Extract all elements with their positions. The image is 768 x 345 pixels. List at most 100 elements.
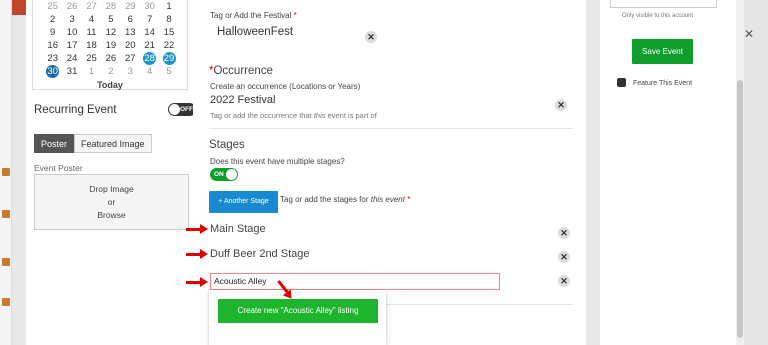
calendar-day[interactable]: 30 [43,65,62,78]
scrollbar-thumb[interactable] [737,80,743,338]
stage-name-input[interactable]: Acoustic Alley [210,273,500,290]
app-icon [2,210,10,218]
calendar-grid: 25 26 27 28 29 30 1 2 3 4 5 6 7 8 9 10 11 12 13 14 15 16 17 18 1… [43,0,179,78]
save-event-button[interactable]: Save Event [632,39,693,64]
close-icon[interactable]: ✕ [744,27,754,41]
calendar-day[interactable]: 8 [159,13,178,26]
calendar-day[interactable]: 27 [82,0,101,13]
calendar-week-row: 2 3 4 5 6 7 8 [43,13,179,26]
calendar-day[interactable]: 16 [43,39,62,52]
calendar-day-number: 12 [105,27,117,38]
occurrence-label: Create an occurrence (Locations or Years… [210,82,361,91]
calendar-day-number: 9 [50,27,56,38]
calendar-day[interactable]: 1 [159,0,178,13]
calendar-day[interactable]: 11 [82,26,101,39]
calendar-day[interactable]: 25 [43,0,62,13]
background-app-edge-right: ✕ [742,0,768,345]
red-arrow-icon [186,249,208,259]
app-icon [2,298,10,306]
calendar-day[interactable]: 24 [62,52,81,65]
remove-stage-button[interactable]: ✕ [558,251,570,263]
calendar-day-number: 11 [86,27,97,38]
browse-link[interactable]: Browse [35,209,188,222]
calendar-day[interactable]: 9 [43,26,62,39]
stages-heading: Stages [209,139,245,151]
image-drop-zone[interactable]: Drop Image or Browse [34,174,189,230]
calendar-day[interactable]: 22 [159,39,178,52]
calendar-day[interactable]: 2 [101,65,120,78]
checkbox-icon[interactable] [617,78,626,87]
remove-stage-button[interactable]: ✕ [558,275,570,287]
calendar-day[interactable]: 13 [121,26,140,39]
calendar-day[interactable]: 4 [82,13,101,26]
calendar-day-number: 27 [124,53,136,64]
calendar-day[interactable]: 25 [82,52,101,65]
calendar-day[interactable]: 17 [62,39,81,52]
recurring-event-label: Recurring Event [34,104,117,116]
calendar-day-number: 16 [47,40,58,51]
calendar-day[interactable]: 5 [101,13,120,26]
calendar-day[interactable]: 5 [159,65,178,78]
stage-item[interactable]: Main Stage [210,223,266,235]
calendar-day[interactable]: 28 [140,52,159,65]
occurrence-heading: *Occurrence [209,65,273,77]
calendar-day[interactable]: 23 [43,52,62,65]
feature-label: Feature This Event [633,80,693,87]
stages-question: Does this event have multiple stages? [210,157,345,166]
toggle-state-text: OFF [180,106,193,113]
calendar-day[interactable]: 18 [82,39,101,52]
calendar-day-number: 2 [50,14,56,25]
calendar-day[interactable]: 20 [121,39,140,52]
calendar-day[interactable]: 19 [101,39,120,52]
calendar-day[interactable]: 27 [121,52,140,65]
remove-festival-button[interactable]: ✕ [365,31,377,43]
calendar-day[interactable]: 14 [140,26,159,39]
calendar-day[interactable]: 15 [159,26,178,39]
calendar-day[interactable]: 26 [101,52,120,65]
calendar-day-number: 5 [166,66,172,77]
add-another-stage-button[interactable]: + Another Stage [209,191,278,213]
calendar-day-number: 23 [47,53,58,64]
calendar-day-number: 31 [66,66,78,77]
calendar-day[interactable]: 31 [62,65,81,78]
feature-event-checkbox[interactable]: Feature This Event [617,78,692,87]
create-listing-button[interactable]: Create new "Acoustic Alley" listing [218,299,378,323]
stage-item[interactable]: Duff Beer 2nd Stage [210,248,309,260]
calendar-day[interactable]: 29 [121,0,140,13]
festival-label: Tag or Add the Festival * [210,11,297,20]
multiple-stages-toggle[interactable]: ON [210,168,238,181]
calendar-day[interactable]: 3 [62,13,81,26]
scrollbar[interactable] [736,0,744,345]
calendar-day-number: 25 [86,53,97,64]
calendar-day[interactable]: 26 [62,0,81,13]
calendar-week-row: 23 24 25 26 27 28 29 [43,52,179,65]
remove-occurrence-button[interactable]: ✕ [555,99,567,111]
visibility-note: Only visible to this account [622,13,694,19]
calendar-day-number: 30 [144,1,155,12]
calendar-day[interactable]: 10 [62,26,81,39]
tab-poster[interactable]: Poster [34,134,75,153]
today-button[interactable]: Today [33,80,187,90]
festival-value[interactable]: HalloweenFest [217,26,293,38]
remove-stage-button[interactable]: ✕ [558,227,570,239]
calendar-day[interactable]: 2 [43,13,62,26]
calendar-day-number: 29 [162,52,176,65]
calendar-day-number: 27 [86,1,97,12]
date-picker-calendar: 25 26 27 28 29 30 1 2 3 4 5 6 7 8 9 10 11 12 13 14 15 16 17 18 1… [32,0,188,90]
calendar-day[interactable]: 1 [82,65,101,78]
calendar-day[interactable]: 28 [101,0,120,13]
calendar-day[interactable]: 21 [140,39,159,52]
occurrence-value[interactable]: 2022 Festival [210,94,275,106]
event-form-panel: Tag or Add the Festival * HalloweenFest … [193,0,586,345]
calendar-day[interactable]: 12 [101,26,120,39]
recurring-event-toggle[interactable]: OFF [168,103,196,116]
calendar-day[interactable]: 4 [140,65,159,78]
calendar-day[interactable]: 3 [121,65,140,78]
calendar-day[interactable]: 6 [121,13,140,26]
calendar-day[interactable]: 30 [140,0,159,13]
occurrence-hint: Tag or add the occurrence that this even… [210,111,377,120]
tab-featured-image[interactable]: Featured Image [74,134,152,153]
notes-textarea[interactable] [610,0,717,8]
calendar-day[interactable]: 29 [159,52,178,65]
calendar-day[interactable]: 7 [140,13,159,26]
